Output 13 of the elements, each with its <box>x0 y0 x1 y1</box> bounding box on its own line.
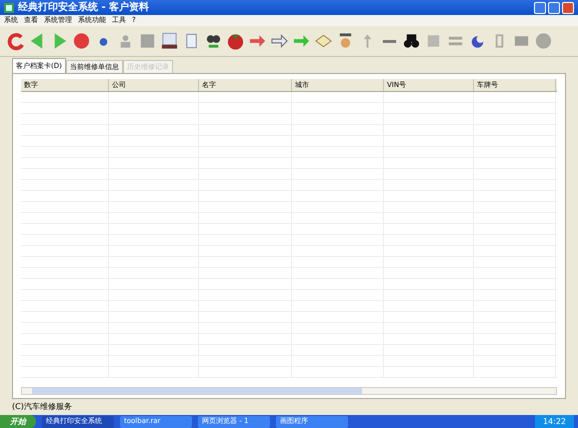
stop-icon[interactable] <box>72 31 91 51</box>
start-button[interactable]: 开始 <box>0 415 36 428</box>
status-text: (C)汽车维修服务 <box>12 403 72 411</box>
maximize-button[interactable] <box>548 2 560 14</box>
clock-text: 14:22 <box>542 416 566 428</box>
app-icon <box>4 2 14 12</box>
scrollbar-thumb[interactable] <box>32 388 362 394</box>
refresh-icon[interactable] <box>6 31 25 51</box>
minimize-button[interactable] <box>534 2 546 14</box>
close-button[interactable] <box>562 2 574 14</box>
horizontal-scrollbar[interactable] <box>21 387 557 395</box>
circle-icon[interactable] <box>534 31 553 51</box>
window-title: 经典打印安全系统 - 客户资料 <box>18 2 150 12</box>
